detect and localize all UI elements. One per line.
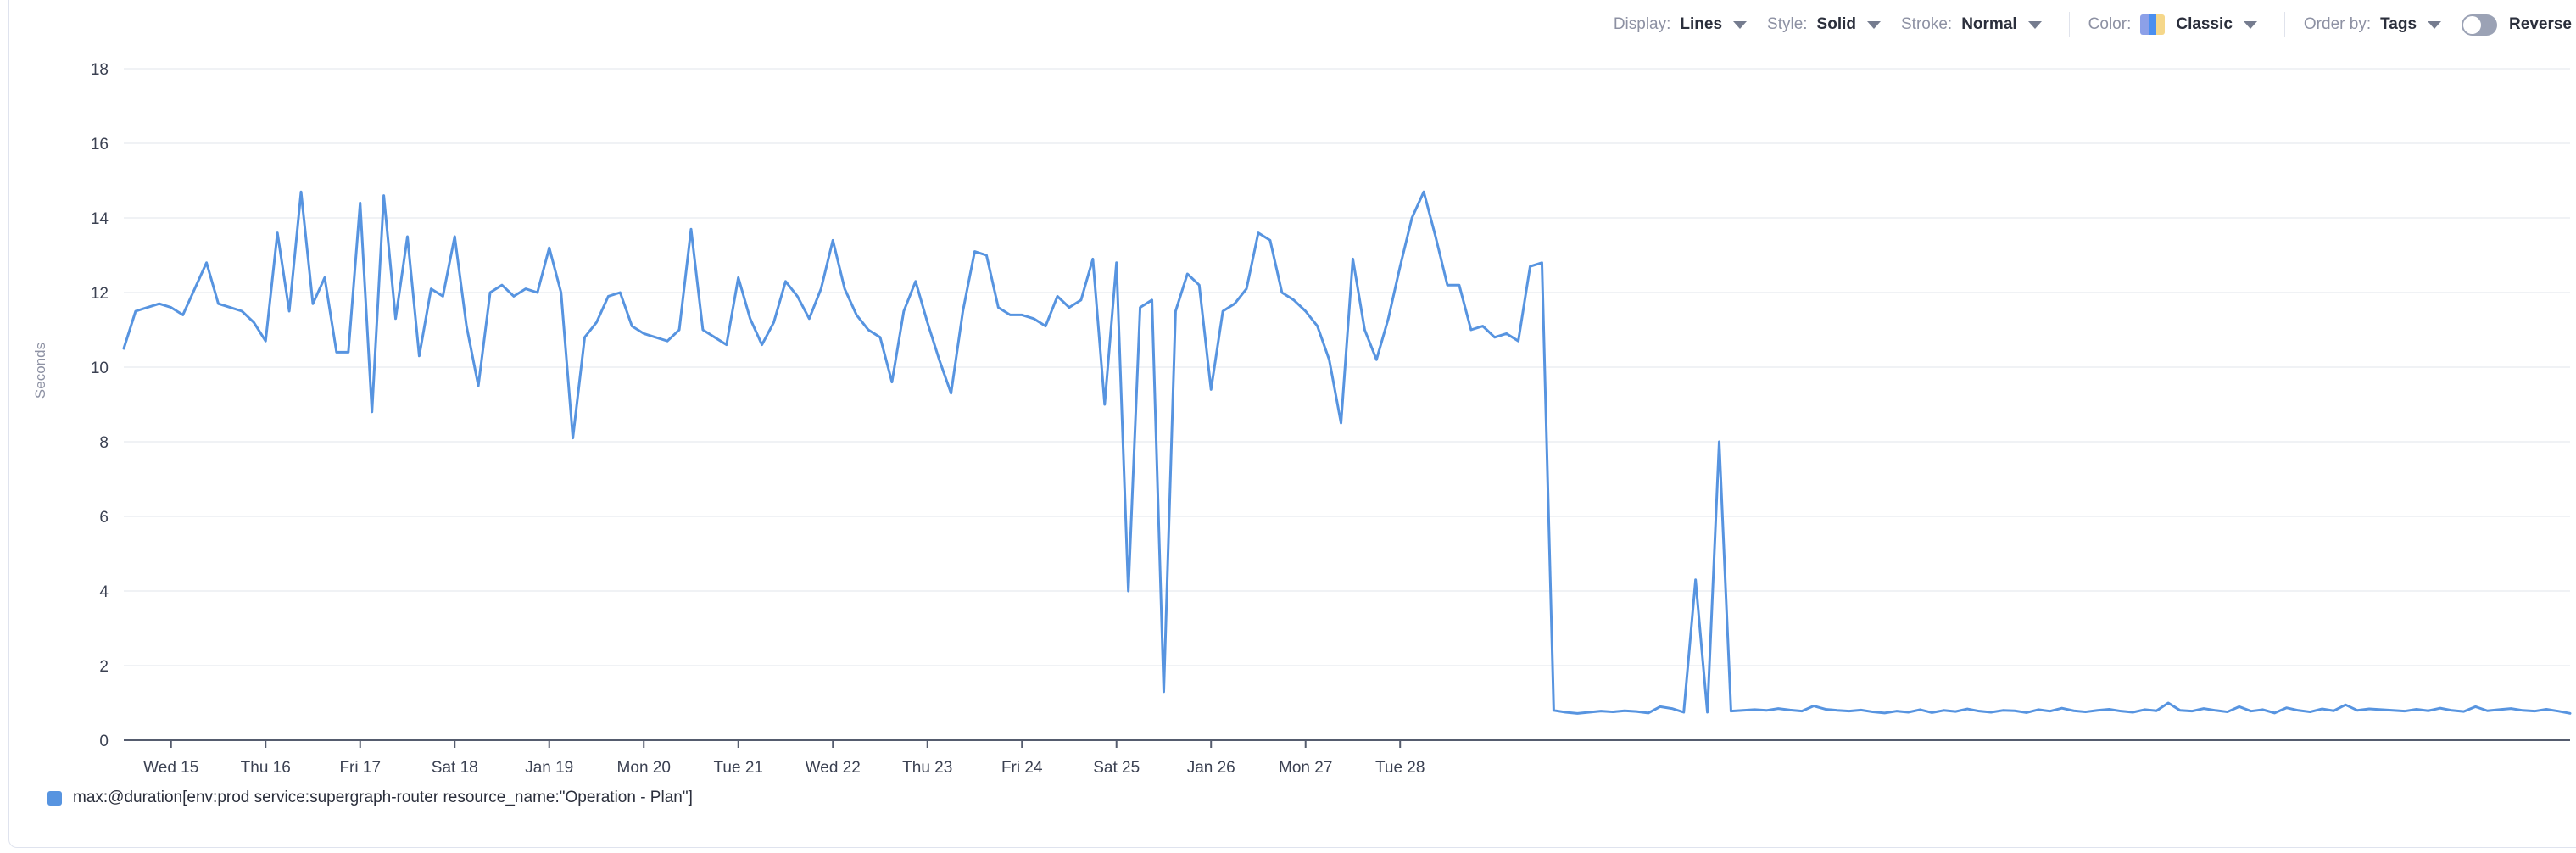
gridlines [124,69,2570,666]
toolbar-divider [2284,12,2285,37]
chevron-down-icon[interactable] [1733,21,1747,29]
timeseries-chart-card: Display: Lines Style: Solid Stroke: Norm… [8,0,2576,848]
svg-text:0: 0 [99,733,109,750]
chart-plot-area[interactable]: 0 2 4 6 8 10 12 14 16 18 Wed 15 Thu 16 Fri 17 Sat 18… [9,49,2576,795]
y-axis-ticks: 0 2 4 6 8 10 12 14 16 18 [91,61,109,750]
svg-text:Fri 24: Fri 24 [1001,759,1043,777]
svg-text:14: 14 [91,210,109,228]
chart-legend[interactable]: max:@duration[env:prod service:supergrap… [47,789,693,807]
toggle-knob [2463,16,2481,34]
stroke-label: Stroke: [1901,15,1952,34]
chevron-down-icon[interactable] [2244,21,2257,29]
style-option-group: Style: Solid [1767,15,1901,34]
line-chart-svg: 0 2 4 6 8 10 12 14 16 18 Wed 15 Thu 16 Fri 17 Sat 18… [9,49,2576,795]
svg-text:4: 4 [99,583,109,601]
svg-text:Sat 25: Sat 25 [1093,759,1140,777]
reverse-label: Reverse [2509,15,2572,34]
svg-text:Mon 20: Mon 20 [617,759,671,777]
chevron-down-icon[interactable] [1867,21,1881,29]
display-option-group: Display: Lines [1614,15,1767,34]
legend-series-label: max:@duration[env:prod service:supergrap… [73,789,693,807]
svg-text:2: 2 [99,658,109,676]
svg-text:18: 18 [91,61,109,79]
svg-text:Sat 18: Sat 18 [432,759,478,777]
svg-text:12: 12 [91,285,109,303]
color-palette-swatch-icon[interactable] [2140,14,2165,35]
svg-text:10: 10 [91,360,109,377]
chart-options-toolbar: Display: Lines Style: Solid Stroke: Norm… [9,0,2576,49]
legend-color-swatch-icon [47,791,62,806]
color-option-group: Color: Classic [2088,14,2278,35]
svg-text:16: 16 [91,136,109,153]
svg-text:Jan 19: Jan 19 [525,759,573,777]
y-axis-title: Seconds [32,343,48,399]
x-axis-ticks: Wed 15 Thu 16 Fri 17 Sat 18 Jan 19 Mon 20 Tue … [143,740,1425,777]
chevron-down-icon[interactable] [2428,21,2441,29]
svg-text:Tue 28: Tue 28 [1375,759,1425,777]
stroke-option-group: Stroke: Normal [1901,15,2062,34]
order-by-value[interactable]: Tags [2380,15,2417,34]
svg-text:Fri 17: Fri 17 [339,759,381,777]
svg-text:8: 8 [99,434,109,452]
chevron-down-icon[interactable] [2028,21,2042,29]
svg-text:Thu 16: Thu 16 [241,759,291,777]
display-label: Display: [1614,15,1671,34]
style-value[interactable]: Solid [1817,15,1856,34]
order-by-option-group: Order by: Tags [2304,15,2462,34]
order-by-label: Order by: [2304,15,2371,34]
svg-text:Wed 15: Wed 15 [143,759,198,777]
svg-text:6: 6 [99,509,109,527]
color-value[interactable]: Classic [2176,15,2233,34]
display-value[interactable]: Lines [1680,15,1722,34]
toolbar-divider [2069,12,2070,37]
color-label: Color: [2088,15,2132,34]
svg-text:Wed 22: Wed 22 [806,759,861,777]
svg-text:Jan 26: Jan 26 [1187,759,1235,777]
style-label: Style: [1767,15,1808,34]
reverse-toggle[interactable] [2462,14,2497,36]
stroke-value[interactable]: Normal [1961,15,2016,34]
reverse-option-group: Reverse [2462,14,2572,36]
svg-text:Thu 23: Thu 23 [902,759,952,777]
svg-text:Tue 21: Tue 21 [714,759,763,777]
svg-text:Mon 27: Mon 27 [1279,759,1332,777]
series-lines [124,192,2570,713]
